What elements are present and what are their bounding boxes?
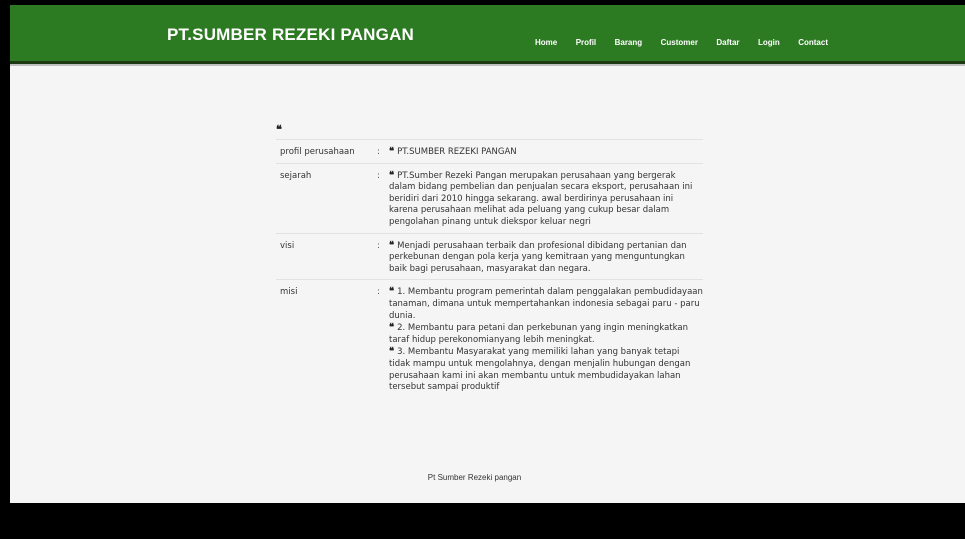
row-label: profil perusahaan xyxy=(280,147,355,157)
footer-text: Pt Sumber Rezeki pangan xyxy=(427,473,522,482)
row-value: ❝ PT.SUMBER REZEKI PANGAN xyxy=(389,146,703,159)
quote-icon: ❝ xyxy=(389,239,395,251)
nav-login[interactable]: Login xyxy=(758,38,780,48)
row-text: PT.Sumber Rezeki Pangan merupakan perusa… xyxy=(389,170,693,227)
row-label: sejarah xyxy=(280,170,312,181)
nav-home[interactable]: Home xyxy=(535,38,557,48)
misi-item: ❝ 2. Membantu para petani dan perkebunan … xyxy=(389,322,703,346)
bottom-bar xyxy=(0,503,965,539)
main-nav: Home Profil Barang Customer Daftar Login… xyxy=(535,32,842,48)
table-row: profil perusahaan : ❝ PT.SUMBER REZEKI PA… xyxy=(276,139,703,163)
table-row: sejarah : ❝ PT.Sumber Rezeki Pangan merup… xyxy=(276,162,703,233)
quote-icon: ❝ xyxy=(389,346,395,358)
row-separator: : xyxy=(377,170,380,181)
row-value: ❝ 1. Membantu program pemerintah dalam pe… xyxy=(389,286,703,393)
row-separator: : xyxy=(377,240,380,251)
row-text: 1. Membantu program pemerintah dalam pen… xyxy=(389,287,703,321)
quote-icon: ❝ xyxy=(276,123,282,136)
misi-item: ❝ 1. Membantu program pemerintah dalam pe… xyxy=(389,286,703,322)
quote-icon: ❝ xyxy=(389,286,395,298)
table-row: visi : ❝ Menjadi perusahaan terbaik dan p… xyxy=(276,232,703,280)
row-text: PT.SUMBER REZEKI PANGAN xyxy=(397,147,517,157)
quote-icon: ❝ xyxy=(389,169,395,181)
row-label: misi xyxy=(280,287,298,298)
row-value: ❝ Menjadi perusahaan terbaik dan profesio… xyxy=(389,240,703,276)
row-separator: : xyxy=(377,287,380,298)
site-brand[interactable]: PT.SUMBER REZEKI PANGAN xyxy=(167,25,414,45)
nav-contact[interactable]: Contact xyxy=(798,38,828,48)
row-text: 3. Membantu Masyarakat yang memiliki lah… xyxy=(389,347,691,393)
nav-customer[interactable]: Customer xyxy=(661,38,698,48)
nav-profil[interactable]: Profil xyxy=(576,38,596,48)
table-row: misi : ❝ 1. Membantu program pemerintah d… xyxy=(276,279,703,397)
misi-item: ❝ 3. Membantu Masyarakat yang memiliki la… xyxy=(389,346,703,393)
row-text: 2. Membantu para petani dan perkebunan y… xyxy=(389,323,688,345)
row-label: visi xyxy=(280,240,295,251)
nav-daftar[interactable]: Daftar xyxy=(716,38,739,48)
row-text: Menjadi perusahaan terbaik dan profesion… xyxy=(389,240,687,274)
nav-barang[interactable]: Barang xyxy=(615,38,643,48)
row-separator: : xyxy=(377,147,380,157)
header-divider-shadow xyxy=(10,64,965,66)
quote-icon: ❝ xyxy=(389,322,395,334)
site-header: PT.SUMBER REZEKI PANGAN Home Profil Bara… xyxy=(10,5,965,61)
page-frame: PT.SUMBER REZEKI PANGAN Home Profil Bara… xyxy=(10,5,965,503)
profile-table: ❝ profil perusahaan : ❝ PT.SUMBER REZEKI … xyxy=(276,123,703,398)
row-value: ❝ PT.Sumber Rezeki Pangan merupakan perus… xyxy=(389,170,703,229)
quote-icon: ❝ xyxy=(389,146,395,157)
